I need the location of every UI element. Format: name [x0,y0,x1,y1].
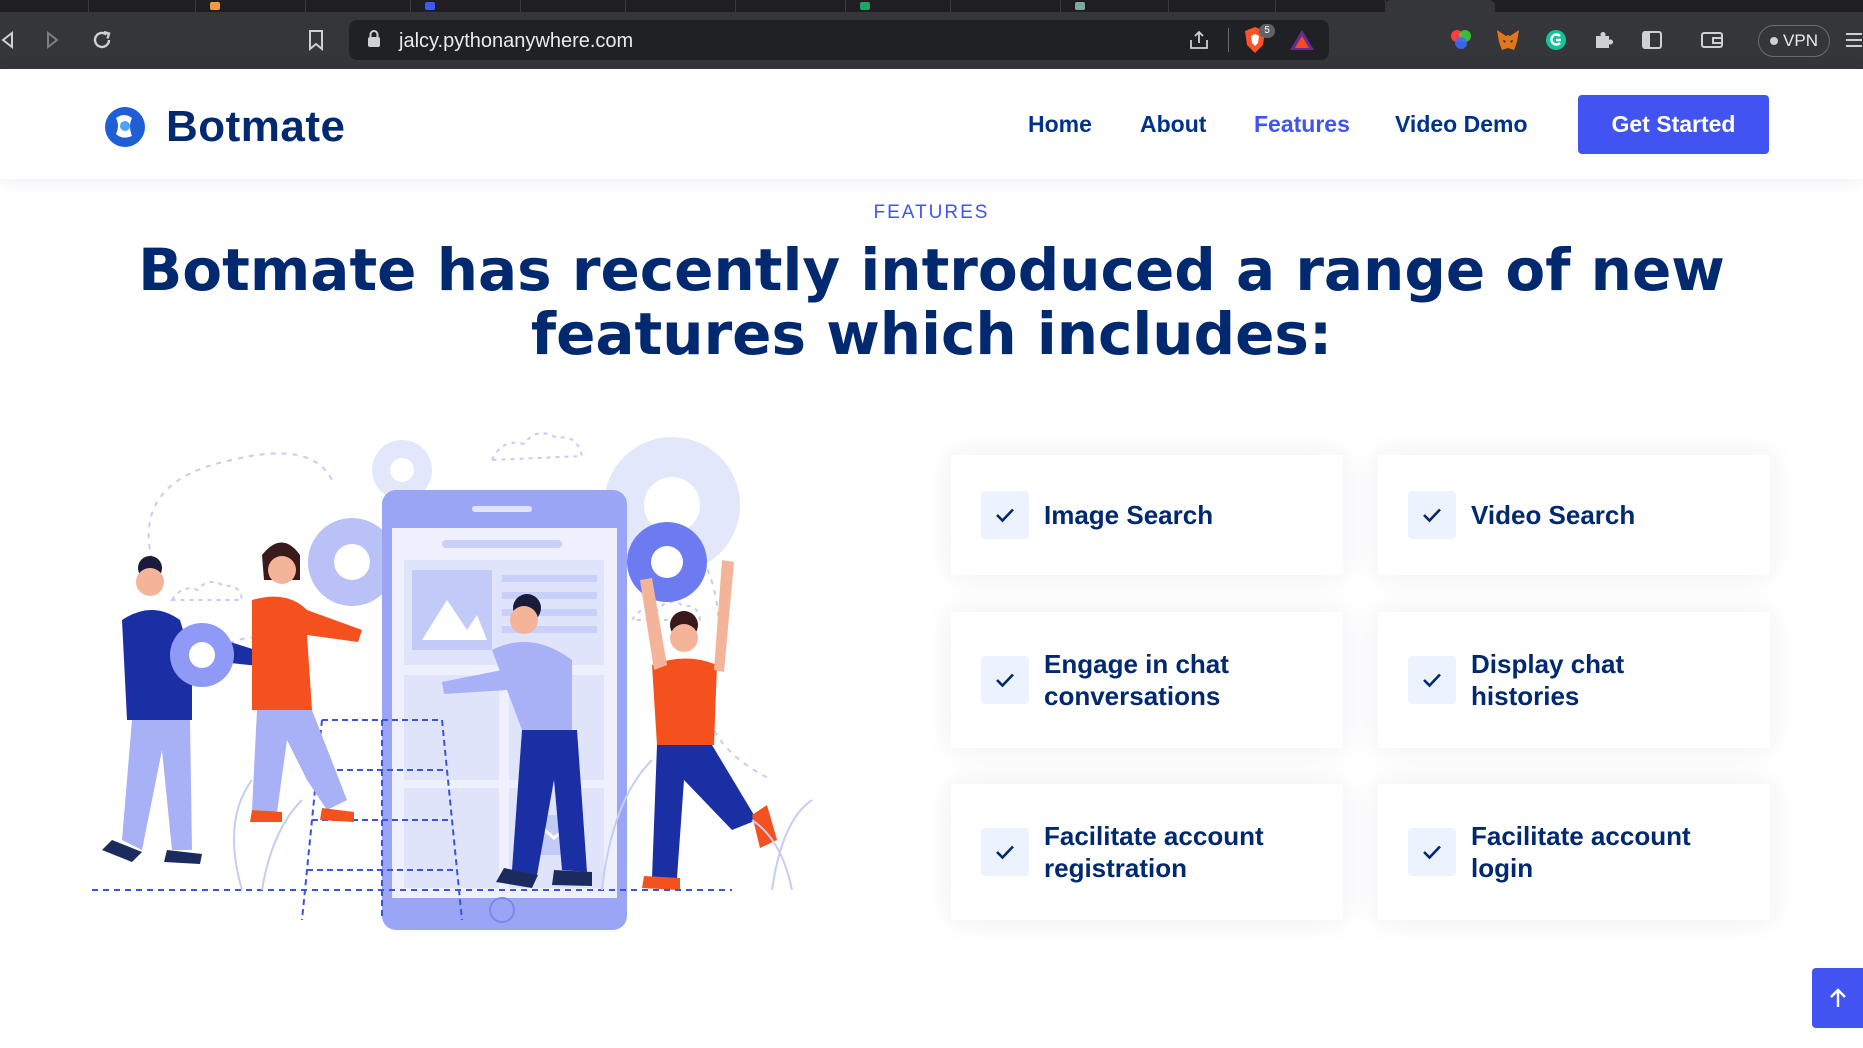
check-icon [981,491,1029,539]
shield-count-badge: 5 [1259,24,1275,38]
address-bar[interactable]: jalcy.pythonanywhere.com 5 [349,20,1329,60]
browser-tab-strip [0,0,1863,12]
share-icon[interactable] [1187,28,1211,52]
tab-separator [625,0,626,12]
feature-card: Video Search [1378,455,1770,575]
tab-separator [845,0,846,12]
grammar-extension-icon[interactable] [1540,24,1572,56]
vpn-label: VPN [1783,31,1818,50]
tab-separator [735,0,736,12]
lock-icon [368,30,380,47]
browser-toolbar: jalcy.pythonanywhere.com 5 VPN [0,12,1863,69]
brand-name: Botmate [166,102,346,151]
brand-logo-link[interactable]: Botmate [102,102,346,152]
metamask-icon[interactable] [1492,24,1524,56]
feature-label: Facilitate account login [1471,821,1691,883]
feature-label: Image Search [1044,500,1214,530]
features-illustration [92,432,813,930]
feature-card: Facilitate account registration [951,784,1343,920]
feature-label: Video Search [1471,500,1636,530]
section-eyebrow: FEATURES [873,202,990,223]
feature-card: Facilitate account login [1378,784,1770,920]
feature-card: Image Search [951,455,1343,575]
wallet-icon[interactable] [1696,24,1728,56]
back-to-top-button[interactable] [1812,968,1863,1028]
url-text: jalcy.pythonanywhere.com [399,30,634,52]
check-icon [1408,656,1456,704]
bookmark-icon[interactable] [300,24,332,56]
back-icon[interactable] [0,24,24,56]
feature-card: Engage in chat conversations [951,612,1343,748]
forward-icon[interactable] [36,24,68,56]
feature-label: Engage in chat conversations [1044,649,1229,711]
check-icon [981,828,1029,876]
tab-favicon[interactable] [860,2,870,10]
omnibox-divider [1228,28,1229,52]
nav-video-demo[interactable]: Video Demo [1395,111,1528,138]
vpn-status-dot [1770,37,1779,45]
check-icon [981,656,1029,704]
active-tab[interactable] [1385,0,1495,12]
check-icon [1408,491,1456,539]
feature-card: Display chat histories [1378,612,1770,748]
tab-favicon[interactable] [210,2,220,10]
tab-separator [305,0,306,12]
feature-label: Display chat histories [1471,649,1625,711]
sidebar-icon[interactable] [1636,24,1668,56]
tab-favicon[interactable] [425,2,435,10]
reload-icon[interactable] [86,24,118,56]
tab-separator [1168,0,1169,12]
tab-separator [195,0,196,12]
site-header: Botmate Home About Features Video Demo G… [0,69,1863,179]
tab-separator [950,0,951,12]
get-started-button[interactable]: Get Started [1578,95,1769,154]
tab-separator [1060,0,1061,12]
vpn-button[interactable]: VPN [1758,25,1830,57]
nav-about[interactable]: About [1140,111,1206,138]
color-extension-icon[interactable] [1445,24,1477,56]
tab-separator [410,0,411,12]
check-icon [1408,828,1456,876]
feature-label: Facilitate account registration [1044,821,1264,883]
tab-separator [520,0,521,12]
tab-separator [88,0,89,12]
arrow-up-icon [1829,988,1846,1007]
nav-home[interactable]: Home [1028,111,1092,138]
menu-icon[interactable] [1838,24,1863,56]
section-title: Botmate has recently introduced a range … [138,236,1725,368]
extensions-puzzle-icon[interactable] [1588,24,1620,56]
tab-separator [1275,0,1276,12]
brave-rewards-icon[interactable] [1289,28,1315,52]
botmate-logo-icon [105,107,145,147]
tab-favicon[interactable] [1075,2,1085,10]
nav-features[interactable]: Features [1254,111,1350,138]
